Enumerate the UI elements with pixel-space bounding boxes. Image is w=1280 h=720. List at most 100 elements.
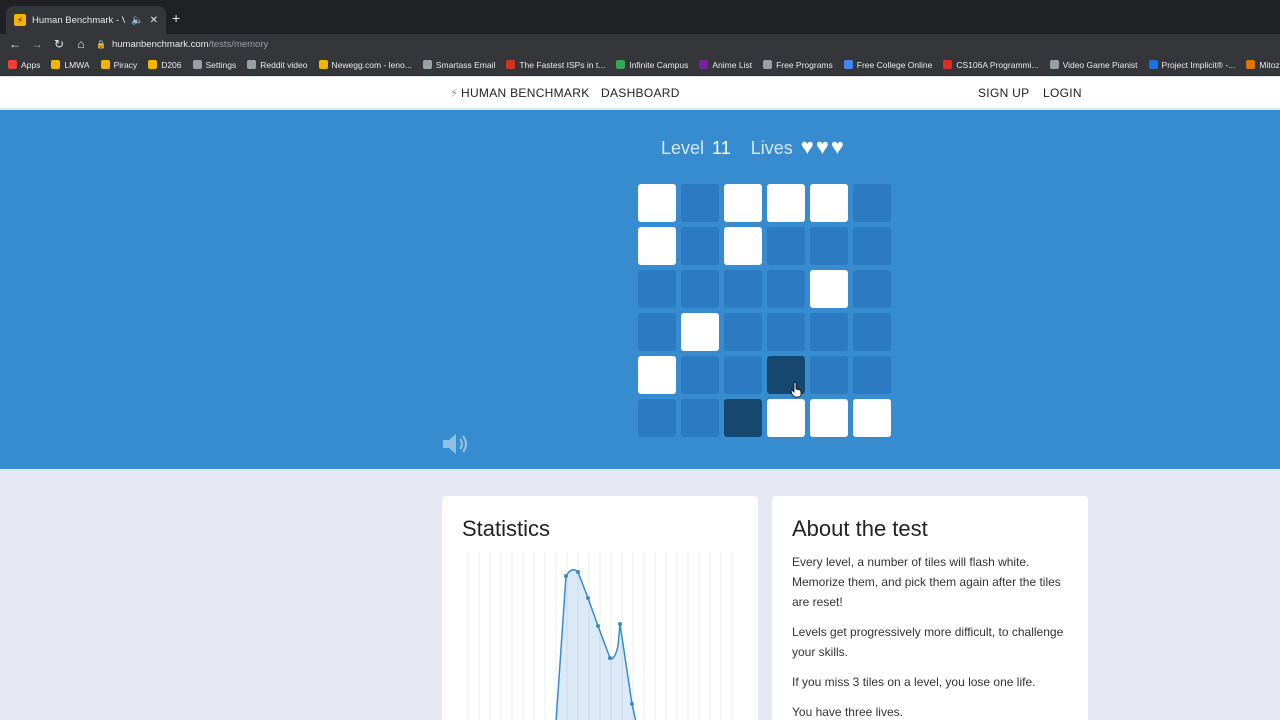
bookmark-item[interactable]: Anime List	[699, 60, 752, 70]
bookmark-item[interactable]: Free Programs	[763, 60, 833, 70]
about-paragraph: You have three lives.	[792, 705, 903, 719]
grid-tile[interactable]	[638, 270, 676, 308]
distribution-curve	[555, 569, 637, 720]
about-paragraph: Every level, a number of tiles will flas…	[792, 555, 1061, 609]
bookmark-label: Infinite Campus	[629, 59, 689, 70]
grid-tile[interactable]	[853, 313, 891, 351]
bookmark-icon	[943, 60, 953, 69]
grid-tile[interactable]	[681, 270, 719, 308]
speaker-icon[interactable]: 🔈	[131, 15, 143, 26]
new-tab-icon[interactable]: +	[172, 10, 180, 26]
memory-game-area: Level 11 Lives ♥ ♥ ♥	[0, 110, 1280, 469]
grid-tile[interactable]	[767, 227, 805, 265]
browser-tab-bar: ⚡ Human Benchmark - Visual M 🔈 ✕ +	[0, 0, 1280, 34]
sound-icon[interactable]	[441, 432, 471, 456]
bookmark-item[interactable]: Newegg.com - leno...	[318, 59, 412, 70]
grid-tile[interactable]	[853, 227, 891, 265]
bookmark-item[interactable]: Project Implicit® -...	[1148, 59, 1236, 70]
nav-signup-link[interactable]: SIGN UP	[978, 86, 1029, 100]
grid-tile[interactable]	[767, 184, 805, 222]
grid-tile[interactable]	[681, 227, 719, 265]
grid-tile[interactable]	[724, 270, 762, 308]
heart-icon: ♥	[800, 134, 814, 159]
bookmark-icon	[843, 60, 853, 69]
heart-icon: ♥	[815, 134, 829, 159]
grid-tile[interactable]	[810, 356, 848, 394]
bookmark-item[interactable]: Reddit video	[247, 59, 308, 70]
bookmark-icon	[699, 60, 709, 69]
grid-tile[interactable]	[638, 184, 676, 222]
bookmark-label: Free College Online	[856, 59, 933, 70]
bookmark-item[interactable]: Settings	[192, 60, 236, 70]
grid-tile[interactable]	[724, 356, 762, 394]
bookmark-label: Reddit video	[260, 59, 308, 70]
browser-tab[interactable]: ⚡ Human Benchmark - Visual M 🔈 ✕	[6, 6, 166, 34]
bookmark-icon	[422, 60, 432, 69]
grid-tile[interactable]	[810, 399, 848, 437]
grid-tile[interactable]	[767, 270, 805, 308]
bookmark-label: Smartass Email	[435, 59, 496, 70]
grid-tile[interactable]	[767, 313, 805, 351]
bookmark-item[interactable]: Apps	[8, 60, 40, 70]
nav-dashboard-link[interactable]: DASHBOARD	[601, 86, 680, 100]
game-hud: Level 11 Lives ♥ ♥ ♥	[661, 134, 844, 159]
bookmark-label: Newegg.com - leno...	[331, 59, 412, 70]
address-bar[interactable]: 🔒 humanbenchmark.com/tests/memory	[96, 35, 1266, 53]
bookmarks-bar: Apps LMWA Piracy D206 Settings Reddit video Ne…	[0, 54, 1280, 76]
nav-brand-link[interactable]: HUMAN BENCHMARK	[461, 86, 590, 100]
bookmark-icon	[763, 60, 773, 69]
bookmark-item[interactable]: Video Game Pianist	[1049, 60, 1138, 70]
nav-login-link[interactable]: LOGIN	[1043, 86, 1082, 100]
bookmark-icon	[1049, 60, 1059, 69]
bookmark-icon	[148, 60, 158, 69]
site-favicon-icon: ⚡	[14, 14, 26, 26]
about-paragraph: Levels get progressively more difficult,…	[792, 625, 1064, 659]
grid-tile[interactable]	[810, 184, 848, 222]
reload-icon[interactable]: ↻	[48, 37, 70, 51]
grid-tile[interactable]	[681, 313, 719, 351]
heart-icon: ♥	[830, 134, 844, 159]
grid-tile[interactable]	[853, 399, 891, 437]
grid-tile[interactable]	[681, 356, 719, 394]
grid-tile[interactable]	[853, 270, 891, 308]
bookmark-item[interactable]: LMWA	[51, 60, 90, 70]
bookmark-item[interactable]: D206	[148, 59, 182, 70]
bookmark-item[interactable]: The Fastest ISPs in t...	[506, 60, 605, 70]
bookmark-item[interactable]: CS106A Programmi...	[943, 59, 1039, 70]
grid-tile[interactable]	[724, 184, 762, 222]
grid-tile[interactable]	[810, 313, 848, 351]
browser-toolbar: ← → ↻ ⌂ 🔒 humanbenchmark.com/tests/memor…	[0, 34, 1280, 54]
grid-tile[interactable]	[810, 227, 848, 265]
bookmark-icon	[506, 60, 516, 69]
bookmark-item[interactable]: Infinite Campus	[616, 60, 688, 70]
bookmark-icon	[8, 60, 17, 69]
grid-tile[interactable]	[767, 399, 805, 437]
bookmark-label: D206	[161, 59, 182, 70]
grid-tile[interactable]	[681, 399, 719, 437]
bookmark-item[interactable]: Smartass Email	[422, 59, 496, 70]
bookmark-item[interactable]: Piracy	[100, 60, 137, 70]
grid-tile[interactable]	[724, 227, 762, 265]
statistics-card: Statistics	[442, 496, 758, 720]
close-tab-icon[interactable]: ✕	[150, 15, 158, 26]
home-icon[interactable]: ⌂	[70, 37, 92, 51]
bookmark-label: Project Implicit® -...	[1161, 59, 1236, 70]
grid-tile[interactable]	[810, 270, 848, 308]
bookmark-label: CS106A Programmi...	[956, 59, 1039, 70]
grid-tile[interactable]	[853, 184, 891, 222]
bookmark-icon	[616, 60, 626, 69]
back-icon[interactable]: ←	[4, 37, 26, 51]
grid-tile[interactable]	[638, 313, 676, 351]
grid-tile[interactable]	[638, 356, 676, 394]
grid-tile[interactable]	[724, 399, 762, 437]
grid-tile[interactable]	[724, 313, 762, 351]
grid-tile[interactable]	[681, 184, 719, 222]
forward-icon[interactable]: →	[26, 37, 48, 51]
grid-tile[interactable]	[638, 227, 676, 265]
grid-tile[interactable]	[638, 399, 676, 437]
lock-icon: 🔒	[96, 39, 106, 49]
bookmark-item[interactable]: Mitoza	[1246, 60, 1280, 70]
grid-tile[interactable]	[853, 356, 891, 394]
bookmark-icon	[1148, 60, 1158, 69]
bookmark-item[interactable]: Free College Online	[843, 59, 933, 70]
